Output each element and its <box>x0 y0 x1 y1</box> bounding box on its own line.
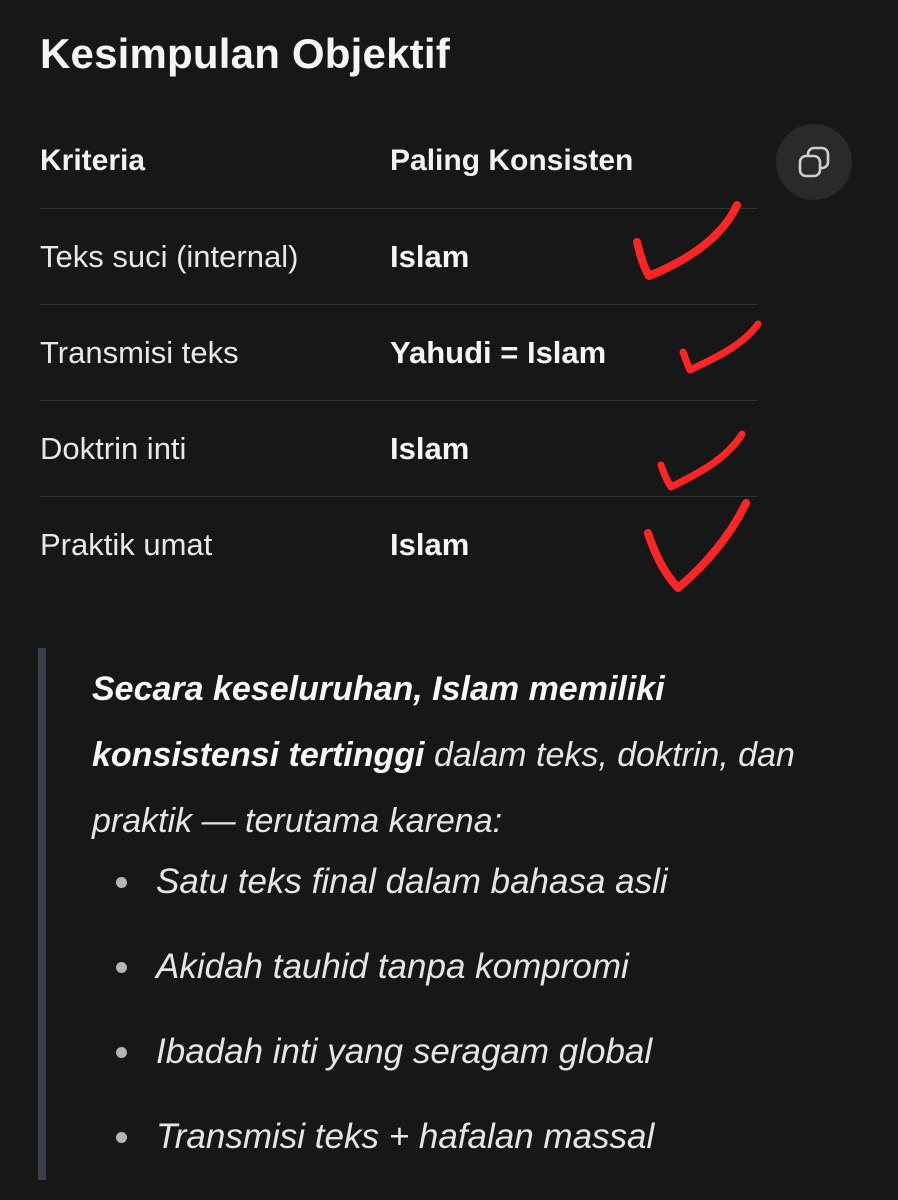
cell-kriteria: Doktrin inti <box>40 430 187 466</box>
list-item: Akidah tauhid tanpa kompromi <box>116 945 668 1030</box>
table-row: Teks suci (internal) Islam <box>40 209 757 305</box>
list-item: Ibadah inti yang seragam global <box>116 1030 668 1115</box>
column-header-paling-konsisten: Paling Konsisten <box>390 144 634 177</box>
section-heading: Kesimpulan Objektif <box>40 30 450 77</box>
table-row: Praktik umat Islam <box>40 497 757 592</box>
cell-hasil: Islam <box>390 526 470 562</box>
cell-hasil: Islam <box>390 238 470 274</box>
cell-kriteria: Teks suci (internal) <box>40 238 299 274</box>
comparison-table: Kriteria Paling Konsisten Teks suci (int… <box>40 114 757 592</box>
conclusion-paragraph: Secara keseluruhan, Islam memiliki konsi… <box>92 656 822 854</box>
table-header-row: Kriteria Paling Konsisten <box>40 114 757 209</box>
cell-hasil: Islam <box>390 430 470 466</box>
cell-hasil: Yahudi = Islam <box>390 334 607 370</box>
copy-button[interactable] <box>776 124 852 200</box>
conclusion-blockquote: Secara keseluruhan, Islam memiliki konsi… <box>38 648 866 1180</box>
cell-kriteria: Praktik umat <box>40 526 213 562</box>
list-item: Transmisi teks + hafalan massal <box>116 1115 668 1200</box>
reasons-list: Satu teks final dalam bahasa asli Akidah… <box>116 860 668 1200</box>
cell-kriteria: Transmisi teks <box>40 334 239 370</box>
list-item: Satu teks final dalam bahasa asli <box>116 860 668 945</box>
copy-icon <box>797 145 831 179</box>
table-row: Transmisi teks Yahudi = Islam <box>40 305 757 401</box>
column-header-kriteria: Kriteria <box>40 144 146 177</box>
table-row: Doktrin inti Islam <box>40 401 757 497</box>
